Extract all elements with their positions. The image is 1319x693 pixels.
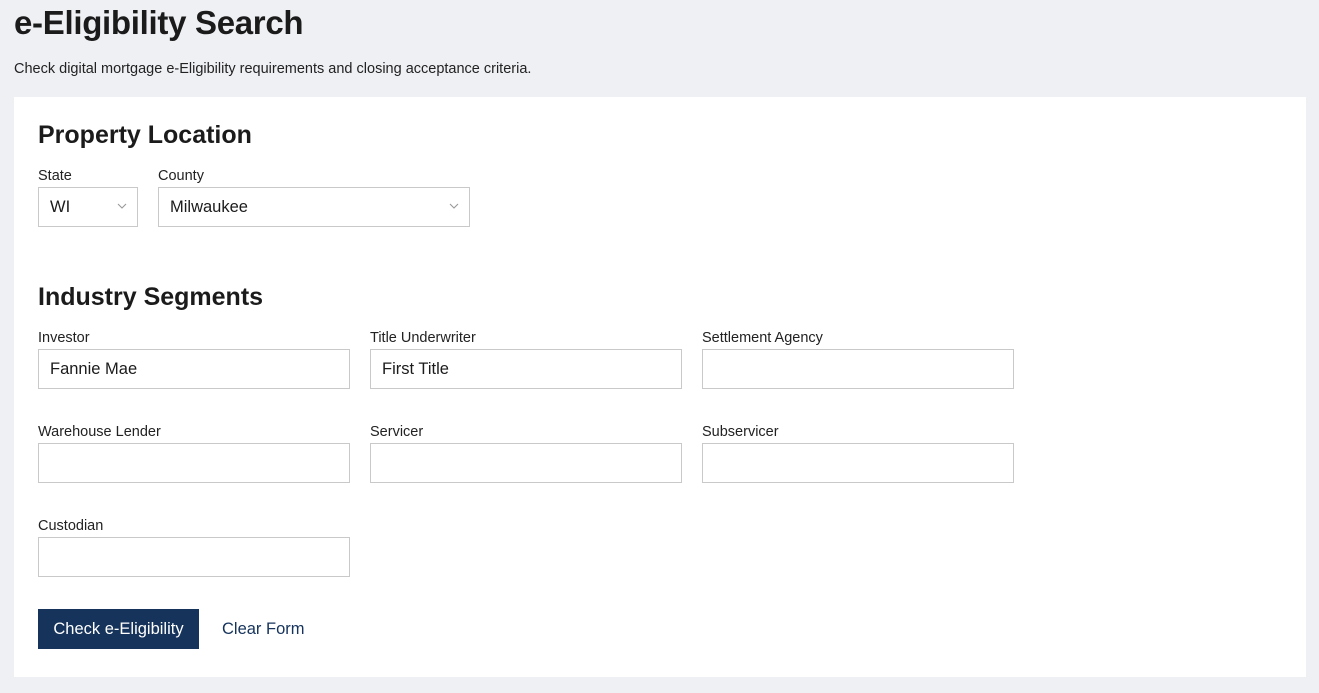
state-select[interactable]: WI xyxy=(38,187,138,227)
state-field: State WI xyxy=(38,167,138,227)
state-label: State xyxy=(38,168,72,184)
county-field: County Milwaukee xyxy=(158,167,470,227)
warehouse-lender-input[interactable] xyxy=(38,443,350,483)
property-location-heading: Property Location xyxy=(38,121,252,149)
clear-form-button[interactable]: Clear Form xyxy=(222,609,305,649)
check-eligibility-button[interactable]: Check e-Eligibility xyxy=(38,609,199,649)
investor-field: Investor xyxy=(38,329,350,389)
subservicer-label: Subservicer xyxy=(702,424,779,440)
investor-input[interactable] xyxy=(38,349,350,389)
custodian-input[interactable] xyxy=(38,537,350,577)
servicer-label: Servicer xyxy=(370,424,424,440)
settlement-agency-label: Settlement Agency xyxy=(702,330,823,346)
subservicer-field: Subservicer xyxy=(702,423,1014,483)
title-underwriter-field: Title Underwriter xyxy=(370,329,682,389)
custodian-label: Custodian xyxy=(38,518,104,534)
warehouse-lender-field: Warehouse Lender xyxy=(38,423,350,483)
chevron-down-icon xyxy=(449,203,459,209)
state-selected-value: WI xyxy=(50,198,71,216)
settlement-agency-input[interactable] xyxy=(702,349,1014,389)
search-form-card: Property Location State WI County Milwau… xyxy=(14,97,1306,677)
title-underwriter-input[interactable] xyxy=(370,349,682,389)
page-subtitle: Check digital mortgage e-Eligibility req… xyxy=(14,61,532,77)
industry-segments-heading: Industry Segments xyxy=(38,283,264,311)
chevron-down-icon xyxy=(117,203,127,209)
page-title: e-Eligibility Search xyxy=(14,4,304,41)
servicer-field: Servicer xyxy=(370,423,682,483)
county-select[interactable]: Milwaukee xyxy=(158,187,470,227)
county-selected-value: Milwaukee xyxy=(170,198,248,216)
subservicer-input[interactable] xyxy=(702,443,1014,483)
warehouse-lender-label: Warehouse Lender xyxy=(38,424,161,440)
investor-label: Investor xyxy=(38,330,90,346)
settlement-agency-field: Settlement Agency xyxy=(702,329,1014,389)
servicer-input[interactable] xyxy=(370,443,682,483)
custodian-field: Custodian xyxy=(38,517,350,577)
title-underwriter-label: Title Underwriter xyxy=(370,330,476,346)
county-label: County xyxy=(158,168,204,184)
